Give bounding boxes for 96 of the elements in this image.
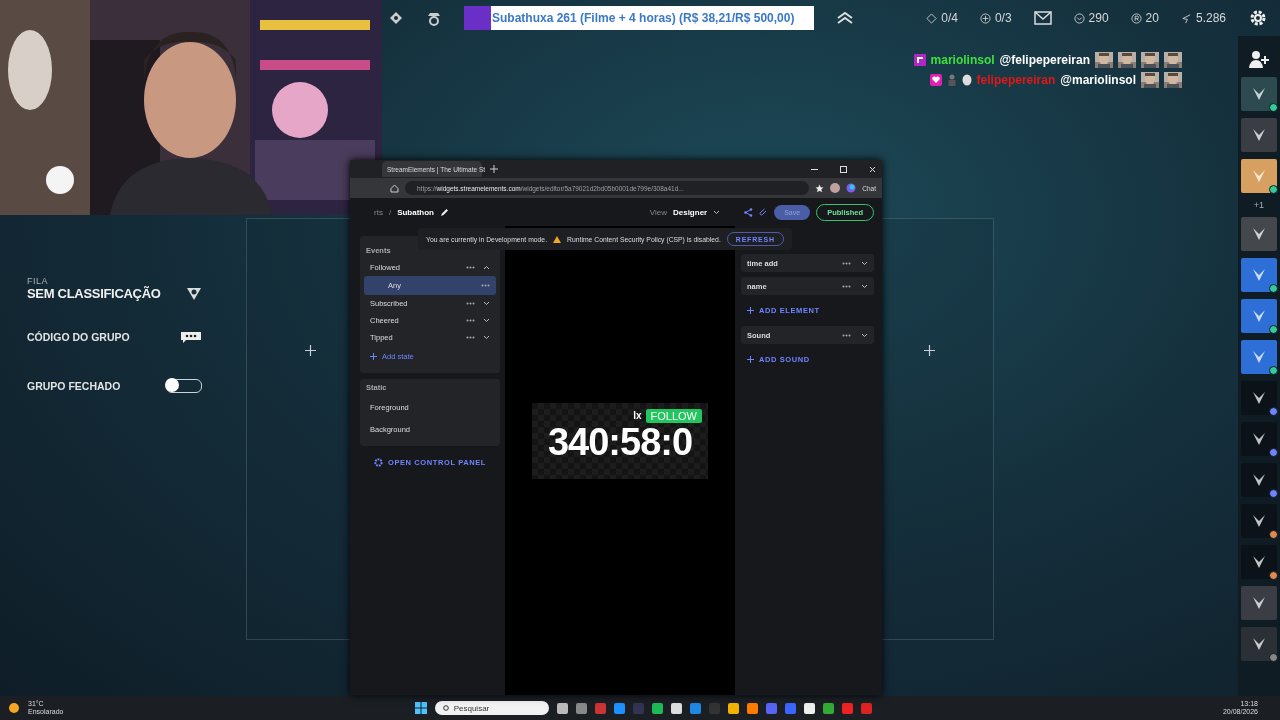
collapse-chevron-icon[interactable] [483, 265, 490, 270]
currency-text: 20 [1145, 11, 1159, 25]
expand-chevron-icon[interactable] [483, 335, 490, 340]
closed-group-toggle[interactable] [166, 379, 202, 393]
search-field[interactable]: Pesquisar [434, 701, 549, 715]
more-icon[interactable] [466, 336, 475, 339]
counter-text: 0/4 [941, 11, 958, 25]
chat-username: mariolinsol [930, 53, 995, 67]
more-icon[interactable] [466, 302, 475, 305]
overflow-count: +1 [1253, 200, 1265, 210]
taskbar-app-icon[interactable] [556, 702, 568, 714]
coin-icon [1130, 12, 1142, 24]
mask-badge-icon [961, 74, 972, 86]
friend-avatar[interactable] [1241, 77, 1277, 111]
password-chat-icon[interactable] [180, 331, 202, 343]
plus-icon [747, 356, 754, 363]
subscriber-badge-icon [913, 54, 926, 66]
friend-avatar[interactable] [1241, 422, 1277, 456]
settings-icon [374, 458, 383, 467]
heart-badge-icon [929, 74, 942, 86]
queue-name: SEM CLASSIFICAÇÃO [27, 286, 161, 301]
taskbar-app-icon[interactable] [803, 702, 815, 714]
chevron-coin-icon [1073, 12, 1085, 24]
counter-text: 0/3 [994, 11, 1012, 25]
friend-avatar[interactable] [1241, 586, 1277, 620]
plus-icon [370, 353, 377, 360]
expand-chevron-icon[interactable] [483, 301, 490, 306]
queue-label: FILA [27, 276, 49, 286]
add-player-icon[interactable] [924, 345, 935, 356]
friend-avatar[interactable] [1241, 463, 1277, 497]
maximize-icon[interactable] [840, 165, 847, 173]
group-code-label: CÓDIGO DO GRUPO [27, 331, 130, 343]
settings-icon[interactable] [1248, 8, 1268, 28]
add-player-icon[interactable] [305, 345, 316, 356]
share-icon[interactable] [744, 207, 754, 217]
search-icon [442, 704, 450, 712]
currency-text: 5.286 [1195, 11, 1226, 25]
breadcrumb-link[interactable]: rts [374, 207, 383, 217]
countdown-timer: 340:58:0 [547, 422, 693, 461]
shard-icon [1180, 12, 1192, 24]
home-icon[interactable] [390, 183, 399, 193]
diamond-icon [926, 12, 938, 24]
breadcrumb-separator: / [388, 207, 392, 217]
friend-avatar[interactable] [1241, 340, 1277, 374]
subathon-goal-text: Subathuxa 261 (Filme + 4 horas) (R$ 38,21/R$ 500,00) [492, 11, 795, 25]
taskbar-app-icon[interactable] [651, 702, 663, 714]
event-badge: FOLLOW [645, 408, 702, 423]
widget-title: Subathon [397, 207, 434, 217]
friend-avatar[interactable] [1241, 545, 1277, 579]
plus-circle-icon [979, 12, 991, 24]
copilot-icon[interactable] [846, 183, 857, 193]
expand-chevron-icon[interactable] [483, 318, 490, 323]
more-icon[interactable] [842, 284, 851, 288]
view-label: View [649, 207, 667, 217]
view-dropdown[interactable]: Designer [672, 207, 708, 217]
weather-sun-icon[interactable] [8, 702, 20, 714]
expand-chevron-icon[interactable] [713, 209, 721, 215]
currency-text: 290 [1088, 11, 1109, 25]
warning-icon [553, 235, 562, 243]
rank-chevrons-icon [836, 10, 854, 26]
closed-group-label: GRUPO FECHADO [27, 380, 121, 392]
pencil-icon[interactable] [440, 207, 449, 217]
chat-message: @felipepereiran [999, 53, 1090, 67]
expand-chevron-icon[interactable] [861, 260, 868, 266]
more-icon[interactable] [842, 333, 851, 337]
friend-avatar[interactable] [1241, 217, 1277, 251]
more-icon[interactable] [466, 319, 475, 322]
profile-avatar-icon[interactable] [830, 183, 841, 193]
start-icon[interactable] [414, 702, 427, 714]
friend-avatar[interactable] [1241, 299, 1277, 333]
more-icon[interactable] [466, 266, 475, 269]
friend-avatar[interactable] [1241, 627, 1277, 661]
taskbar-app-icon[interactable] [727, 702, 739, 714]
figure-badge-icon [946, 74, 957, 86]
minimize-icon[interactable] [811, 168, 818, 170]
new-tab-icon[interactable] [490, 165, 498, 173]
friend-avatar[interactable] [1241, 381, 1277, 415]
more-icon[interactable] [842, 261, 851, 265]
expand-chevron-icon[interactable] [861, 332, 868, 338]
more-icon[interactable] [481, 284, 490, 287]
plus-icon [747, 307, 754, 314]
add-friend-icon[interactable] [1248, 48, 1270, 70]
mail-icon[interactable] [1033, 11, 1052, 25]
expand-chevron-icon[interactable] [861, 283, 868, 289]
ranked-emblem-icon [186, 286, 202, 301]
preview-name: lx [633, 410, 642, 421]
chat-message: @mariolinsol [1060, 73, 1136, 87]
taskbar-app-icon[interactable] [746, 702, 758, 714]
close-icon[interactable] [869, 165, 876, 173]
friend-avatar[interactable] [1241, 118, 1277, 152]
taskbar-app-icon[interactable] [670, 702, 682, 714]
friend-avatar[interactable] [1241, 258, 1277, 292]
friend-avatar[interactable] [1241, 504, 1277, 538]
paperclip-icon[interactable] [759, 207, 769, 217]
chat-username: felipepereiran [976, 73, 1056, 87]
star-icon[interactable] [815, 183, 825, 193]
